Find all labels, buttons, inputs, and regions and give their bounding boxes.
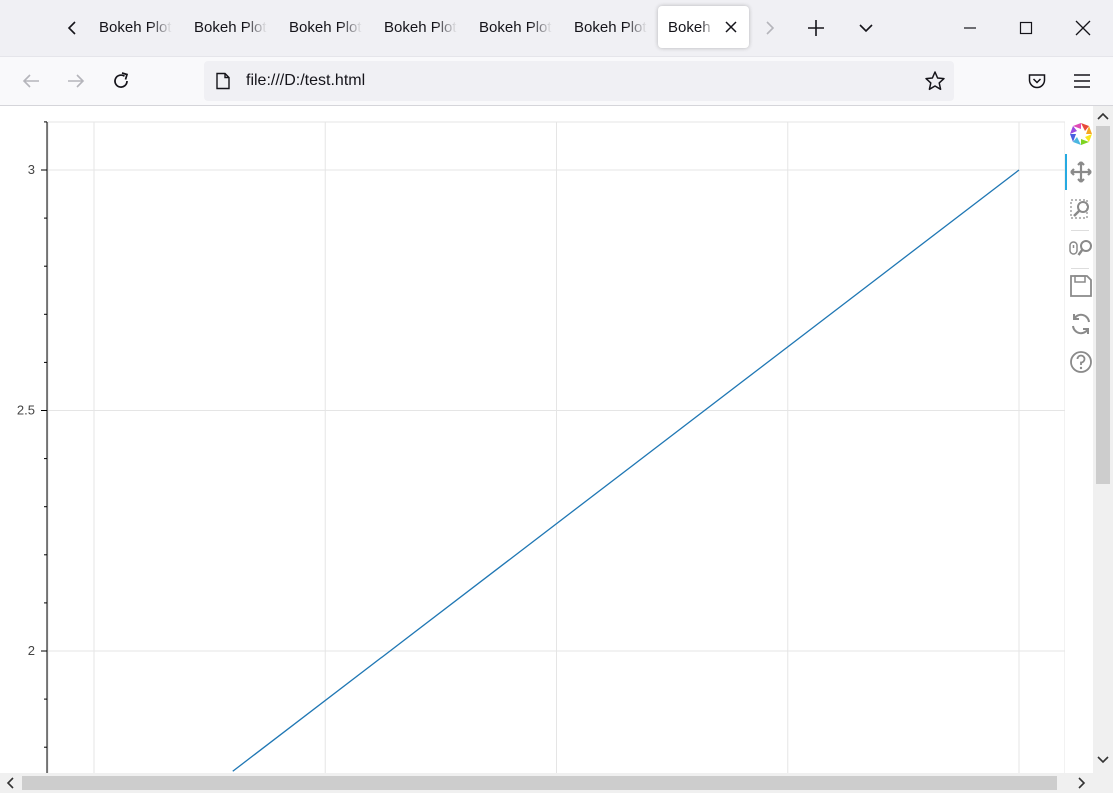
tab-label: Bokeh Plot: [194, 18, 267, 36]
tab-label: Bokeh Plot: [574, 18, 647, 36]
horizontal-scrollbar[interactable]: [0, 773, 1113, 793]
maximize-icon: [1019, 21, 1033, 35]
close-window-button[interactable]: [1055, 0, 1111, 56]
page-icon: [216, 72, 230, 90]
bokeh-plot[interactable]: 32.52: [0, 106, 1065, 773]
y-axis: 32.52: [17, 121, 48, 773]
bookmark-star-icon[interactable]: [924, 70, 946, 92]
scroll-left-arrow[interactable]: [2, 775, 18, 791]
chevron-left-icon: [6, 777, 14, 789]
wheel-zoom-icon[interactable]: [1069, 236, 1093, 260]
scroll-up-arrow[interactable]: [1095, 108, 1111, 124]
help-icon[interactable]: [1069, 350, 1093, 374]
scroll-right-arrow[interactable]: [1074, 775, 1090, 791]
tab-active[interactable]: Bokeh Plot: [658, 6, 749, 48]
box-zoom-icon[interactable]: [1069, 198, 1093, 222]
tab-scroll-left-button[interactable]: [56, 10, 88, 46]
tab-label: Bokeh Plot: [99, 18, 172, 36]
chevron-right-icon: [766, 21, 775, 35]
pan-icon[interactable]: [1069, 160, 1093, 184]
chevron-left-icon: [67, 21, 76, 35]
vertical-scrollbar[interactable]: [1093, 106, 1113, 773]
close-tab-icon[interactable]: [723, 19, 739, 35]
tab-label: Bokeh Plot: [479, 18, 552, 36]
address-bar[interactable]: file:///D:/test.html: [204, 61, 954, 101]
y-tick-label: 2: [28, 643, 35, 658]
hamburger-menu-icon: [1074, 74, 1090, 88]
pocket-button[interactable]: [1021, 65, 1053, 97]
menu-button[interactable]: [1066, 65, 1098, 97]
new-tab-button[interactable]: [801, 12, 831, 44]
pocket-icon: [1028, 74, 1046, 89]
reload-button[interactable]: [105, 65, 137, 97]
chevron-right-icon: [1078, 777, 1086, 789]
reload-icon: [114, 72, 129, 88]
toolbar-divider: [1071, 230, 1089, 231]
chevron-down-icon: [859, 24, 873, 33]
reset-icon[interactable]: [1069, 312, 1093, 336]
tab[interactable]: Bokeh Plot: [188, 6, 280, 48]
y-tick-label: 2.5: [17, 403, 35, 418]
save-icon[interactable]: [1069, 274, 1093, 298]
tab[interactable]: Bokeh Plot: [473, 6, 565, 48]
navigation-toolbar: file:///D:/test.html: [0, 57, 1113, 106]
bokeh-toolbar: [1065, 116, 1093, 396]
minimize-button[interactable]: [942, 0, 998, 56]
bokeh-logo-icon[interactable]: [1069, 122, 1093, 146]
scroll-down-arrow[interactable]: [1095, 752, 1111, 768]
arrow-left-icon: [22, 74, 39, 88]
tab[interactable]: Bokeh Plot: [283, 6, 375, 48]
y-tick-label: 3: [28, 162, 35, 177]
forward-button[interactable]: [60, 65, 92, 97]
vertical-scrollbar-thumb[interactable]: [1096, 126, 1110, 484]
toolbar-divider: [1071, 268, 1089, 269]
close-icon: [1075, 20, 1091, 36]
tab-label: Bokeh Plot: [384, 18, 457, 36]
url-text[interactable]: file:///D:/test.html: [246, 72, 365, 90]
tab-label: Bokeh Plot: [668, 18, 714, 36]
active-tool-indicator: [1065, 154, 1067, 190]
list-all-tabs-button[interactable]: [851, 12, 881, 44]
maximize-button[interactable]: [998, 0, 1054, 56]
horizontal-scrollbar-thumb[interactable]: [22, 776, 1057, 790]
tab-strip: Bokeh Plot Bokeh Plot Bokeh Plot Bokeh P…: [0, 0, 1113, 57]
back-button[interactable]: [15, 65, 47, 97]
chevron-down-icon: [1097, 756, 1109, 764]
tab-scroll-right-button[interactable]: [755, 10, 785, 46]
arrow-right-icon: [68, 74, 85, 88]
plus-icon: [808, 20, 824, 36]
tab-label: Bokeh Plot: [289, 18, 362, 36]
tab[interactable]: Bokeh Plot: [93, 6, 185, 48]
page-content: 3 2.5 2: [0, 106, 1093, 773]
chevron-up-icon: [1097, 112, 1109, 120]
tab[interactable]: Bokeh Plot: [568, 6, 660, 48]
minimize-icon: [964, 27, 976, 29]
tab[interactable]: Bokeh Plot: [378, 6, 470, 48]
